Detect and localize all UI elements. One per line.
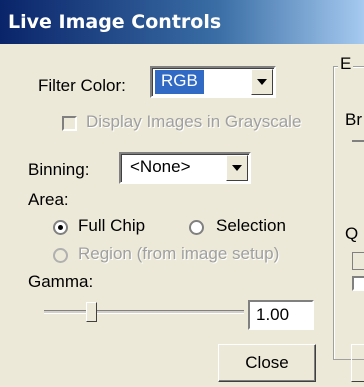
area-region-radio[interactable] [53,248,68,263]
gamma-slider-thumb[interactable] [86,302,97,322]
area-region-label: Region (from image setup) [78,244,280,263]
binning-value: <None> [130,157,191,176]
binning-label: Binning: [28,160,90,179]
window-title-bar[interactable]: Live Image Controls [0,0,364,44]
close-button[interactable]: Close [218,344,316,382]
right-slider-fragment[interactable] [352,140,364,142]
filter-color-select[interactable]: RGB [150,66,276,98]
chevron-down-icon[interactable] [251,69,273,95]
chevron-down-icon[interactable] [226,155,248,181]
right-button-fragment[interactable] [351,344,364,382]
window-title: Live Image Controls [8,11,222,33]
area-selection-label: Selection [216,216,286,235]
binning-select[interactable]: <None> [119,152,251,184]
gamma-label: Gamma: [28,272,94,291]
area-selection-radio[interactable] [189,220,204,235]
grayscale-checkbox[interactable] [62,116,77,131]
gamma-slider-track[interactable] [44,310,244,314]
area-full-chip-label: Full Chip [78,216,146,235]
area-full-chip-radio[interactable] [53,220,68,235]
right-groupbox-label: E [338,54,354,74]
grayscale-label: Display Images in Grayscale [86,112,302,131]
filter-color-label: Filter Color: [38,76,126,95]
right-control-fragment[interactable] [352,252,364,270]
right-checkbox-fragment[interactable] [352,276,364,291]
filter-color-value: RGB [155,70,204,94]
right-label-q: Q [345,224,359,243]
gamma-value-input[interactable]: 1.00 [248,300,314,330]
right-label-br: Br [345,110,362,129]
area-label: Area: [28,190,69,209]
